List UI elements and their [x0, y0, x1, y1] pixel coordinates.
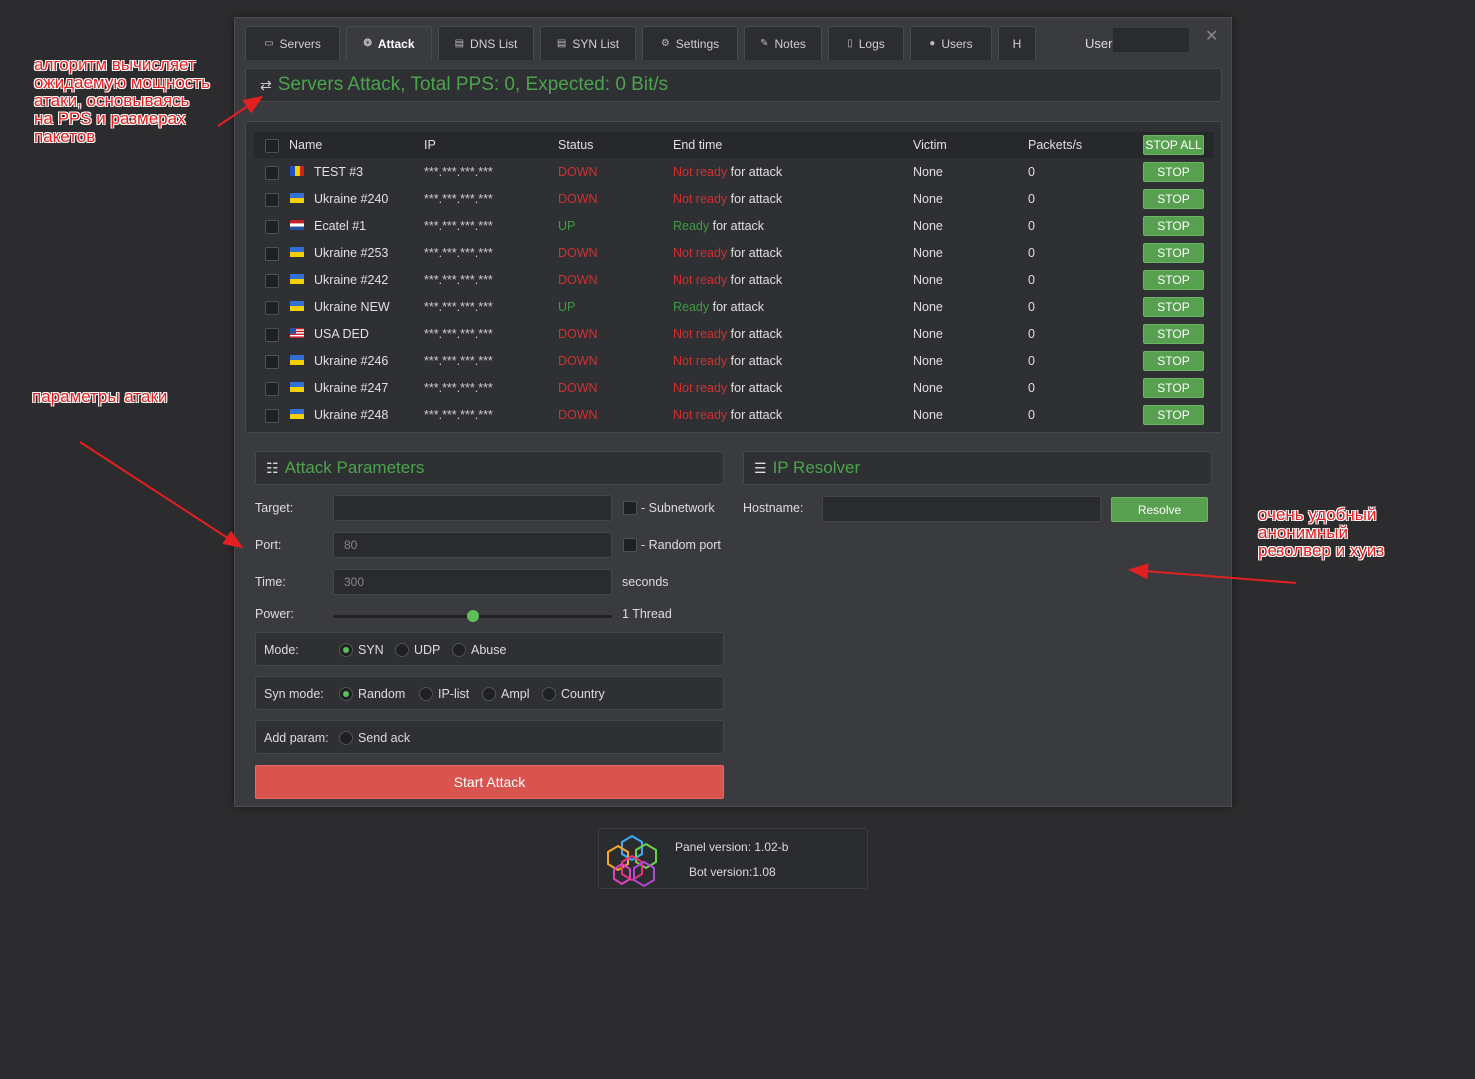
- arrow-to-resolver: [1128, 563, 1297, 584]
- arrow-to-header: [217, 95, 264, 127]
- annotation-arrows: [79, 95, 1297, 584]
- arrow-to-params: [79, 441, 244, 549]
